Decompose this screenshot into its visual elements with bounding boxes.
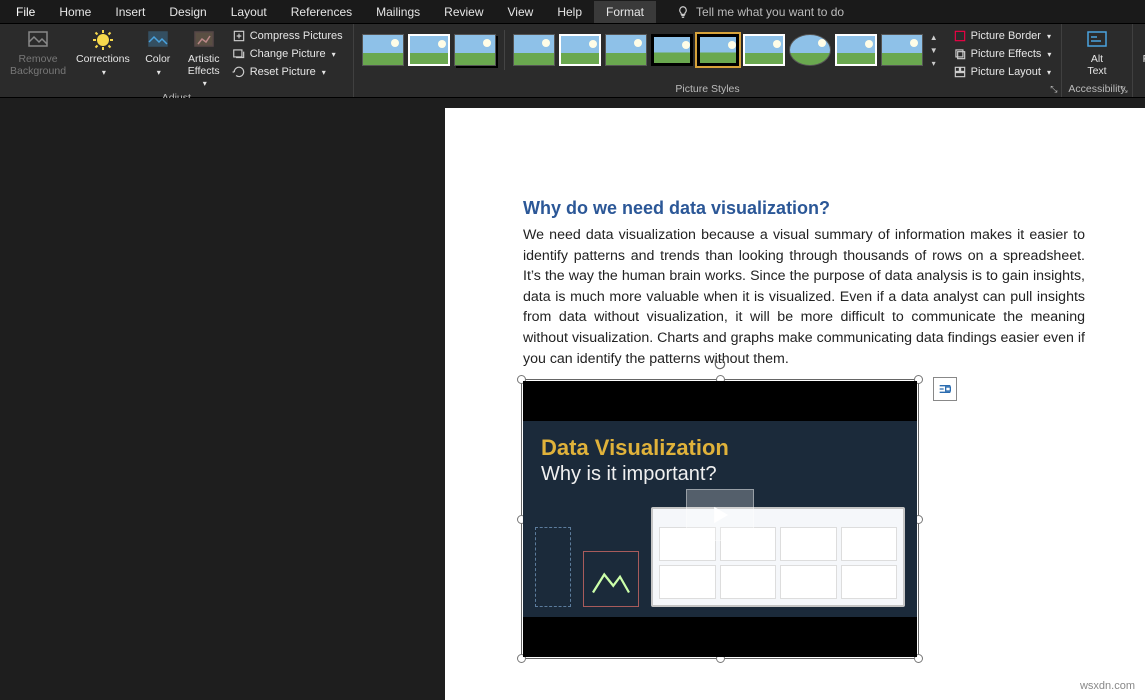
selected-image[interactable]: Data Visualization Why is it important? <box>521 379 919 659</box>
style-thumb-1[interactable] <box>362 34 404 66</box>
ribbon: Remove Background Corrections ▾ Color ▾ … <box>0 24 1145 98</box>
color-label: Color <box>145 54 170 66</box>
picture-styles-gallery: ▲▼▾ <box>360 26 943 74</box>
tab-format[interactable]: Format <box>594 1 656 23</box>
layout-options-button[interactable] <box>933 377 957 401</box>
tab-insert[interactable]: Insert <box>103 1 157 23</box>
document-area[interactable]: Why do we need data visualization? We ne… <box>0 98 1145 700</box>
color-button[interactable]: Color ▾ <box>136 26 180 79</box>
table-icon <box>583 551 639 607</box>
chevron-down-icon: ▾ <box>157 68 161 77</box>
effects-label: Picture Effects <box>971 48 1042 60</box>
style-thumb-8[interactable] <box>697 34 739 66</box>
change-label: Change Picture <box>250 48 326 60</box>
tab-design[interactable]: Design <box>157 1 218 23</box>
lightbulb-icon <box>676 5 690 19</box>
chevron-down-icon: ▾ <box>322 68 326 77</box>
group-adjust: Remove Background Corrections ▾ Color ▾ … <box>0 24 354 97</box>
gallery-separator <box>504 30 505 70</box>
reset-picture-button[interactable]: Reset Picture ▾ <box>228 64 347 80</box>
style-thumb-12[interactable] <box>881 34 923 66</box>
remove-bg-label: Remove Background <box>10 54 66 77</box>
tab-view[interactable]: View <box>496 1 546 23</box>
color-icon <box>146 28 170 52</box>
gallery-more-button[interactable]: ▲▼▾ <box>927 30 941 70</box>
chevron-down-icon: ▾ <box>1047 68 1051 77</box>
group-picture-styles: ▲▼▾ Picture Border ▾ Picture Effects ▾ P… <box>354 24 1063 97</box>
corrections-label: Corrections <box>76 54 130 66</box>
document-heading: Why do we need data visualization? <box>523 198 1085 219</box>
tab-help[interactable]: Help <box>545 1 594 23</box>
style-thumb-3[interactable] <box>454 34 496 66</box>
reset-icon <box>232 65 246 79</box>
corrections-icon <box>91 28 115 52</box>
style-thumb-5[interactable] <box>559 34 601 66</box>
video-title: Data Visualization <box>541 435 899 461</box>
alt-text-button[interactable]: Alt Text <box>1075 26 1119 79</box>
document-page[interactable]: Why do we need data visualization? We ne… <box>445 108 1145 700</box>
style-thumb-7[interactable] <box>651 34 693 66</box>
tell-me-label: Tell me what you want to do <box>696 5 844 19</box>
change-picture-icon <box>232 47 246 61</box>
chevron-down-icon: ▾ <box>1047 32 1051 41</box>
tab-review[interactable]: Review <box>432 1 495 23</box>
embedded-video: Data Visualization Why is it important? <box>523 381 917 657</box>
alt-text-icon <box>1085 28 1109 52</box>
styles-dialog-launcher[interactable]: ⤡ <box>1050 84 1057 95</box>
corrections-button[interactable]: Corrections ▾ <box>72 26 134 79</box>
group-accessibility: Alt Text Accessibility ⤡ <box>1062 24 1132 97</box>
video-letterbox-bot <box>523 617 917 657</box>
effects-icon <box>953 47 967 61</box>
style-thumb-9[interactable] <box>743 34 785 66</box>
artistic-label: Artistic Effects <box>188 54 220 77</box>
border-icon <box>953 29 967 43</box>
chevron-down-icon: ▾ <box>1047 50 1051 59</box>
border-label: Picture Border <box>971 30 1041 42</box>
group-accessibility-label: Accessibility <box>1068 81 1125 97</box>
layout-options-icon <box>937 381 953 397</box>
chevron-down-icon: ▾ <box>203 79 207 88</box>
compress-pictures-button[interactable]: Compress Pictures <box>228 28 347 44</box>
style-thumb-11[interactable] <box>835 34 877 66</box>
style-thumb-6[interactable] <box>605 34 647 66</box>
remove-bg-icon <box>26 28 50 52</box>
tab-layout[interactable]: Layout <box>219 1 279 23</box>
remove-background-button[interactable]: Remove Background <box>6 26 70 79</box>
compress-icon <box>232 29 246 43</box>
picture-layout-button[interactable]: Picture Layout ▾ <box>949 64 1056 80</box>
accessibility-dialog-launcher[interactable]: ⤡ <box>1120 84 1127 95</box>
picture-effects-button[interactable]: Picture Effects ▾ <box>949 46 1056 62</box>
chevron-down-icon: ▾ <box>332 50 336 59</box>
chevron-down-icon: ▾ <box>102 68 106 77</box>
tell-me-search[interactable]: Tell me what you want to do <box>676 5 844 19</box>
artistic-effects-button[interactable]: Artistic Effects ▾ <box>182 26 226 90</box>
tab-mailings[interactable]: Mailings <box>364 1 432 23</box>
play-icon <box>706 501 734 529</box>
ribbon-tabs: File Home Insert Design Layout Reference… <box>0 0 1145 24</box>
picture-border-button[interactable]: Picture Border ▾ <box>949 28 1056 44</box>
compress-label: Compress Pictures <box>250 30 343 42</box>
style-thumb-4[interactable] <box>513 34 555 66</box>
play-button[interactable] <box>686 489 754 541</box>
reset-label: Reset Picture <box>250 66 316 78</box>
tab-file[interactable]: File <box>4 1 47 23</box>
style-thumb-10[interactable] <box>789 34 831 66</box>
video-letterbox-top <box>523 381 917 421</box>
group-arrange: Position ▾ Wrap Text ▾ Bring Forward <box>1133 24 1145 97</box>
document-body: We need data visualization because a vis… <box>523 225 1085 369</box>
group-styles-label: Picture Styles <box>675 81 739 97</box>
server-icon <box>535 527 571 607</box>
tab-home[interactable]: Home <box>47 1 103 23</box>
piclayout-label: Picture Layout <box>971 66 1041 78</box>
watermark: wsxdn.com <box>1080 680 1135 692</box>
video-subtitle: Why is it important? <box>541 463 899 486</box>
tab-references[interactable]: References <box>279 1 364 23</box>
piclayout-icon <box>953 65 967 79</box>
change-picture-button[interactable]: Change Picture ▾ <box>228 46 347 62</box>
artistic-icon <box>192 28 216 52</box>
rotate-handle[interactable] <box>713 357 727 371</box>
style-thumb-2[interactable] <box>408 34 450 66</box>
alt-text-label: Alt Text <box>1087 54 1106 77</box>
position-button[interactable]: Position ▾ <box>1139 26 1145 79</box>
